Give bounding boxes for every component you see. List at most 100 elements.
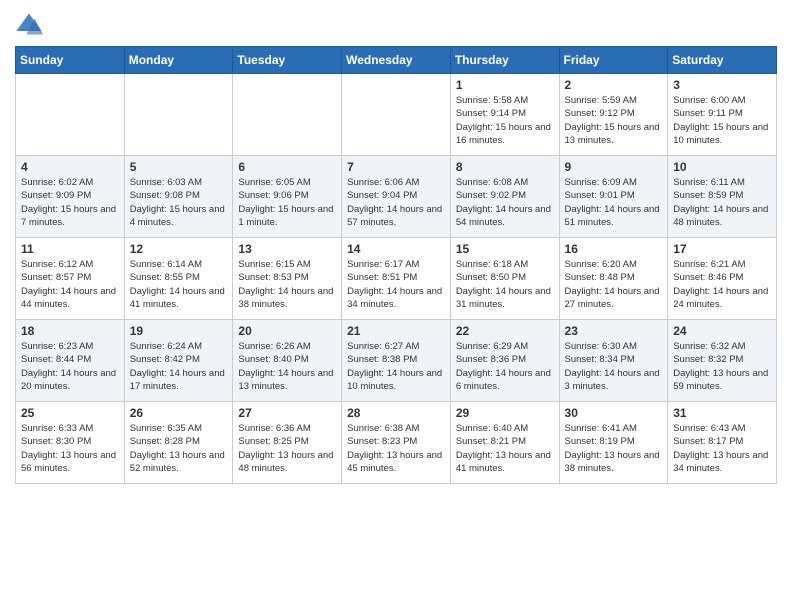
- day-cell: 16 Sunrise: 6:20 AMSunset: 8:48 PMDayligh…: [559, 238, 668, 320]
- day-number: 17: [673, 242, 771, 256]
- day-header-monday: Monday: [124, 47, 233, 74]
- day-cell: 19 Sunrise: 6:24 AMSunset: 8:42 PMDayligh…: [124, 320, 233, 402]
- day-cell: 10 Sunrise: 6:11 AMSunset: 8:59 PMDayligh…: [668, 156, 777, 238]
- day-number: 1: [456, 78, 554, 92]
- day-number: 21: [347, 324, 445, 338]
- day-number: 14: [347, 242, 445, 256]
- day-info: Sunrise: 6:30 AMSunset: 8:34 PMDaylight:…: [565, 340, 663, 393]
- day-number: 15: [456, 242, 554, 256]
- day-number: 5: [130, 160, 228, 174]
- day-info: Sunrise: 6:33 AMSunset: 8:30 PMDaylight:…: [21, 422, 119, 475]
- day-cell: [342, 74, 451, 156]
- day-cell: 18Sunrise: 6:23 AMSunset: 8:44 PMDayligh…: [16, 320, 125, 402]
- day-number: 11: [21, 242, 119, 256]
- day-info: Sunrise: 6:21 AMSunset: 8:46 PMDaylight:…: [673, 258, 771, 311]
- day-cell: 20Sunrise: 6:26 AMSunset: 8:40 PMDayligh…: [233, 320, 342, 402]
- day-number: 28: [347, 406, 445, 420]
- day-cell: 30 Sunrise: 6:41 AMSunset: 8:19 PMDayligh…: [559, 402, 668, 484]
- day-number: 8: [456, 160, 554, 174]
- day-cell: 9Sunrise: 6:09 AMSunset: 9:01 PMDaylight…: [559, 156, 668, 238]
- header: [15, 10, 777, 38]
- day-info: Sunrise: 6:02 AMSunset: 9:09 PMDaylight:…: [21, 176, 119, 229]
- day-cell: 14 Sunrise: 6:17 AMSunset: 8:51 PMDayligh…: [342, 238, 451, 320]
- day-info: Sunrise: 6:20 AMSunset: 8:48 PMDaylight:…: [565, 258, 663, 311]
- day-cell: 12 Sunrise: 6:14 AMSunset: 8:55 PMDayligh…: [124, 238, 233, 320]
- day-info: Sunrise: 6:11 AMSunset: 8:59 PMDaylight:…: [673, 176, 771, 229]
- day-header-saturday: Saturday: [668, 47, 777, 74]
- day-cell: 2Sunrise: 5:59 AMSunset: 9:12 PMDaylight…: [559, 74, 668, 156]
- week-row-5: 25 Sunrise: 6:33 AMSunset: 8:30 PMDayligh…: [16, 402, 777, 484]
- day-cell: 5 Sunrise: 6:03 AMSunset: 9:08 PMDaylight…: [124, 156, 233, 238]
- day-number: 10: [673, 160, 771, 174]
- day-number: 3: [673, 78, 771, 92]
- day-cell: 3 Sunrise: 6:00 AMSunset: 9:11 PMDaylight…: [668, 74, 777, 156]
- day-cell: 31 Sunrise: 6:43 AMSunset: 8:17 PMDayligh…: [668, 402, 777, 484]
- day-info: Sunrise: 5:58 AMSunset: 9:14 PMDaylight:…: [456, 94, 554, 147]
- day-info: Sunrise: 6:27 AMSunset: 8:38 PMDaylight:…: [347, 340, 445, 393]
- day-cell: 15 Sunrise: 6:18 AMSunset: 8:50 PMDayligh…: [450, 238, 559, 320]
- day-number: 24: [673, 324, 771, 338]
- day-number: 6: [238, 160, 336, 174]
- day-info: Sunrise: 5:59 AMSunset: 9:12 PMDaylight:…: [565, 94, 663, 147]
- day-number: 7: [347, 160, 445, 174]
- day-info: Sunrise: 6:24 AMSunset: 8:42 PMDaylight:…: [130, 340, 228, 393]
- day-cell: 26Sunrise: 6:35 AMSunset: 8:28 PMDayligh…: [124, 402, 233, 484]
- day-number: 12: [130, 242, 228, 256]
- day-info: Sunrise: 6:17 AMSunset: 8:51 PMDaylight:…: [347, 258, 445, 311]
- day-number: 29: [456, 406, 554, 420]
- day-number: 13: [238, 242, 336, 256]
- day-info: Sunrise: 6:08 AMSunset: 9:02 PMDaylight:…: [456, 176, 554, 229]
- day-number: 19: [130, 324, 228, 338]
- day-info: Sunrise: 6:06 AMSunset: 9:04 PMDaylight:…: [347, 176, 445, 229]
- day-info: Sunrise: 6:29 AMSunset: 8:36 PMDaylight:…: [456, 340, 554, 393]
- day-number: 25: [21, 406, 119, 420]
- logo-icon: [15, 10, 43, 38]
- day-number: 27: [238, 406, 336, 420]
- day-cell: [16, 74, 125, 156]
- day-number: 31: [673, 406, 771, 420]
- day-info: Sunrise: 6:32 AMSunset: 8:32 PMDaylight:…: [673, 340, 771, 393]
- day-cell: [124, 74, 233, 156]
- day-cell: 4 Sunrise: 6:02 AMSunset: 9:09 PMDaylight…: [16, 156, 125, 238]
- week-row-2: 4 Sunrise: 6:02 AMSunset: 9:09 PMDaylight…: [16, 156, 777, 238]
- day-cell: 22Sunrise: 6:29 AMSunset: 8:36 PMDayligh…: [450, 320, 559, 402]
- day-info: Sunrise: 6:00 AMSunset: 9:11 PMDaylight:…: [673, 94, 771, 147]
- day-cell: [233, 74, 342, 156]
- day-header-friday: Friday: [559, 47, 668, 74]
- day-info: Sunrise: 6:12 AMSunset: 8:57 PMDaylight:…: [21, 258, 119, 311]
- day-cell: 24 Sunrise: 6:32 AMSunset: 8:32 PMDayligh…: [668, 320, 777, 402]
- day-info: Sunrise: 6:03 AMSunset: 9:08 PMDaylight:…: [130, 176, 228, 229]
- day-header-wednesday: Wednesday: [342, 47, 451, 74]
- day-info: Sunrise: 6:18 AMSunset: 8:50 PMDaylight:…: [456, 258, 554, 311]
- week-row-4: 18Sunrise: 6:23 AMSunset: 8:44 PMDayligh…: [16, 320, 777, 402]
- day-cell: 6Sunrise: 6:05 AMSunset: 9:06 PMDaylight…: [233, 156, 342, 238]
- day-number: 23: [565, 324, 663, 338]
- day-number: 18: [21, 324, 119, 338]
- day-number: 16: [565, 242, 663, 256]
- day-info: Sunrise: 6:35 AMSunset: 8:28 PMDaylight:…: [130, 422, 228, 475]
- day-info: Sunrise: 6:38 AMSunset: 8:23 PMDaylight:…: [347, 422, 445, 475]
- day-info: Sunrise: 6:14 AMSunset: 8:55 PMDaylight:…: [130, 258, 228, 311]
- day-info: Sunrise: 6:41 AMSunset: 8:19 PMDaylight:…: [565, 422, 663, 475]
- day-cell: 17 Sunrise: 6:21 AMSunset: 8:46 PMDayligh…: [668, 238, 777, 320]
- day-header-sunday: Sunday: [16, 47, 125, 74]
- day-cell: 25 Sunrise: 6:33 AMSunset: 8:30 PMDayligh…: [16, 402, 125, 484]
- day-header-tuesday: Tuesday: [233, 47, 342, 74]
- day-cell: 23 Sunrise: 6:30 AMSunset: 8:34 PMDayligh…: [559, 320, 668, 402]
- logo: [15, 10, 47, 38]
- day-info: Sunrise: 6:09 AMSunset: 9:01 PMDaylight:…: [565, 176, 663, 229]
- day-info: Sunrise: 6:43 AMSunset: 8:17 PMDaylight:…: [673, 422, 771, 475]
- day-cell: 8 Sunrise: 6:08 AMSunset: 9:02 PMDaylight…: [450, 156, 559, 238]
- calendar-table: SundayMondayTuesdayWednesdayThursdayFrid…: [15, 46, 777, 484]
- day-info: Sunrise: 6:40 AMSunset: 8:21 PMDaylight:…: [456, 422, 554, 475]
- day-number: 20: [238, 324, 336, 338]
- day-number: 30: [565, 406, 663, 420]
- day-header-thursday: Thursday: [450, 47, 559, 74]
- day-cell: 28 Sunrise: 6:38 AMSunset: 8:23 PMDayligh…: [342, 402, 451, 484]
- week-row-1: 1 Sunrise: 5:58 AMSunset: 9:14 PMDaylight…: [16, 74, 777, 156]
- day-cell: 1 Sunrise: 5:58 AMSunset: 9:14 PMDaylight…: [450, 74, 559, 156]
- day-info: Sunrise: 6:15 AMSunset: 8:53 PMDaylight:…: [238, 258, 336, 311]
- day-cell: 21 Sunrise: 6:27 AMSunset: 8:38 PMDayligh…: [342, 320, 451, 402]
- day-number: 4: [21, 160, 119, 174]
- day-cell: 13 Sunrise: 6:15 AMSunset: 8:53 PMDayligh…: [233, 238, 342, 320]
